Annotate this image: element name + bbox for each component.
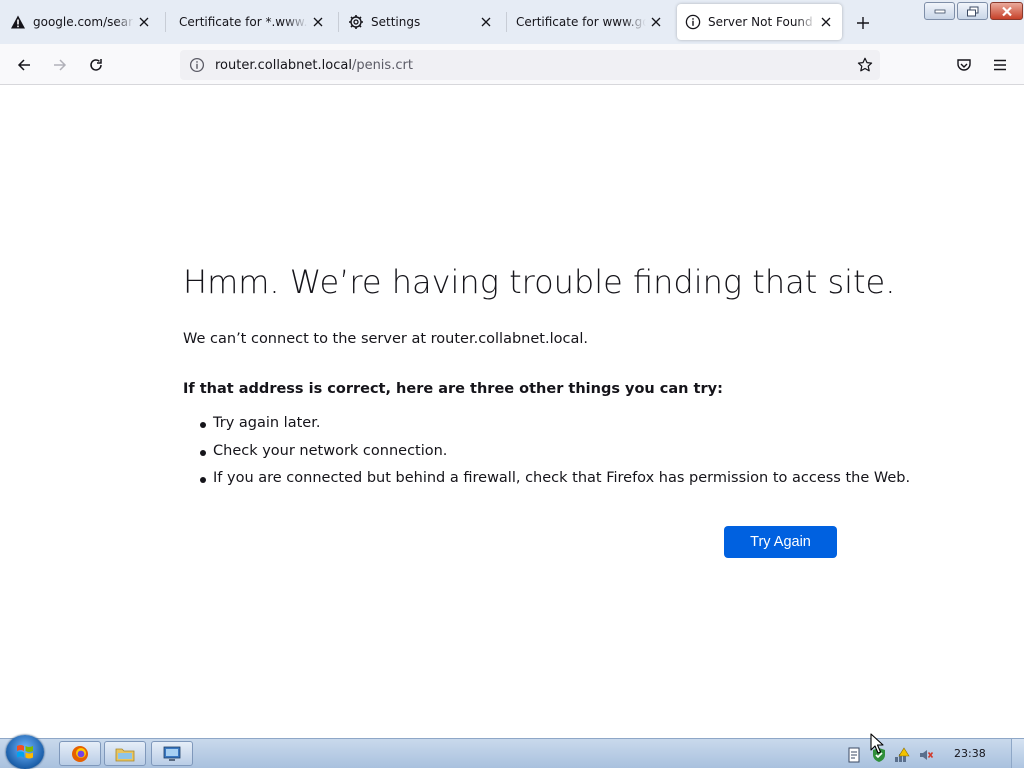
network-icon[interactable] xyxy=(894,747,910,763)
restore-button[interactable] xyxy=(957,2,988,20)
start-button[interactable] xyxy=(6,735,44,769)
back-button[interactable] xyxy=(11,52,37,78)
menu-button[interactable] xyxy=(987,52,1013,78)
tab-label: Certificate for www.google xyxy=(516,15,646,29)
folder-icon xyxy=(115,748,135,761)
suggestion-item: If you are connected but behind a firewa… xyxy=(183,470,910,498)
navigation-toolbar: router.collabnet.local/penis.crt xyxy=(0,44,1024,85)
taskbar-firefox[interactable] xyxy=(59,741,101,766)
tab-certificate-google[interactable]: Certificate for www.google xyxy=(508,4,672,40)
tab-strip: google.com/search?q Certificate for *.ww… xyxy=(0,0,1024,44)
show-desktop-button[interactable] xyxy=(1011,739,1024,768)
suggestion-list: Try again later. Check your network conn… xyxy=(183,415,910,498)
url-bar[interactable]: router.collabnet.local/penis.crt xyxy=(180,50,880,80)
taskbar-explorer[interactable] xyxy=(104,741,146,766)
close-icon[interactable] xyxy=(310,14,326,30)
tab-label: Settings xyxy=(371,15,421,29)
bookmark-star-icon[interactable] xyxy=(856,56,874,74)
tab-label: Server Not Found xyxy=(708,15,813,29)
close-window-button[interactable] xyxy=(990,2,1023,20)
restore-icon xyxy=(966,6,978,16)
error-subheading: If that address is correct, here are thr… xyxy=(183,381,723,397)
tab-settings[interactable]: Settings xyxy=(340,4,502,40)
tab-google-search[interactable]: google.com/search?q xyxy=(4,4,160,40)
close-icon xyxy=(1001,6,1012,16)
forward-button[interactable] xyxy=(47,52,73,78)
error-title: Hmm. We’re having trouble finding that s… xyxy=(183,263,896,301)
gear-icon xyxy=(348,14,364,30)
mouse-cursor-icon xyxy=(870,733,884,754)
tab-server-not-found[interactable]: Server Not Found xyxy=(677,4,842,40)
close-icon[interactable] xyxy=(648,14,664,30)
close-icon[interactable] xyxy=(818,14,834,30)
plus-icon xyxy=(857,17,869,29)
error-description: We can’t connect to the server at router… xyxy=(183,331,588,347)
forward-arrow-icon xyxy=(54,59,67,71)
tab-separator xyxy=(506,12,507,32)
close-icon[interactable] xyxy=(136,14,152,30)
try-again-button[interactable]: Try Again xyxy=(724,526,837,558)
reload-button[interactable] xyxy=(83,52,109,78)
error-page: Hmm. We’re having trouble finding that s… xyxy=(0,85,1024,738)
back-arrow-icon xyxy=(17,59,30,71)
reload-icon xyxy=(90,59,102,71)
warning-icon xyxy=(10,14,26,30)
minimize-button[interactable] xyxy=(924,2,955,20)
info-icon xyxy=(685,14,701,30)
site-info-icon[interactable] xyxy=(188,56,206,74)
tab-separator xyxy=(338,12,339,32)
tab-label: google.com/search?q xyxy=(33,15,134,29)
url-host: router.collabnet.local xyxy=(215,57,352,73)
hamburger-menu-icon xyxy=(994,59,1006,71)
windows-logo-icon xyxy=(17,745,33,759)
tab-certificate-mozilla[interactable]: Certificate for *.www.mozilla xyxy=(170,4,334,40)
new-tab-button[interactable] xyxy=(852,12,874,34)
tab-separator xyxy=(165,12,166,32)
url-text[interactable]: router.collabnet.local/penis.crt xyxy=(215,58,413,73)
speaker-muted-icon[interactable] xyxy=(918,747,934,763)
close-icon[interactable] xyxy=(478,14,494,30)
suggestion-item: Check your network connection. xyxy=(183,443,910,471)
firefox-icon xyxy=(72,745,88,762)
window-controls xyxy=(922,2,1023,20)
system-clock[interactable]: 23:38 xyxy=(954,747,986,760)
suggestion-item: Try again later. xyxy=(183,415,910,443)
remote-desktop-icon xyxy=(163,746,181,761)
minimize-icon xyxy=(934,9,945,14)
pocket-button[interactable] xyxy=(951,52,977,78)
pocket-icon xyxy=(957,59,971,71)
document-icon[interactable] xyxy=(846,747,862,763)
taskbar-remote-desktop[interactable] xyxy=(151,741,193,766)
tab-label: Certificate for *.www.mozilla xyxy=(179,15,308,29)
url-path: /penis.crt xyxy=(351,57,413,73)
